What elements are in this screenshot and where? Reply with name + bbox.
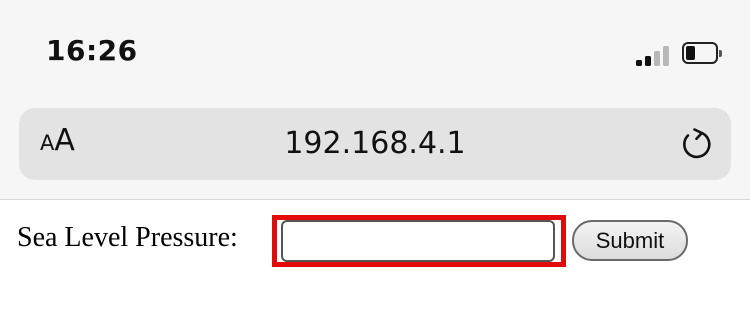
browser-chrome: 16:26 AA 192.168.4.1 [0, 0, 750, 200]
cellular-signal-icon [636, 44, 672, 66]
sea-level-pressure-label: Sea Level Pressure: [17, 222, 238, 253]
signal-bar-3 [654, 51, 660, 66]
battery-fill [686, 46, 695, 60]
signal-bar-2 [645, 56, 651, 66]
url-text[interactable]: 192.168.4.1 [19, 127, 731, 160]
pressure-form: Sea Level Pressure: Submit [0, 200, 750, 309]
submit-button[interactable]: Submit [572, 220, 688, 261]
status-time: 16:26 [46, 34, 138, 67]
sea-level-pressure-input[interactable] [281, 220, 555, 262]
signal-bar-4 [663, 46, 669, 66]
battery-icon [682, 42, 722, 66]
battery-cap [719, 50, 722, 57]
reload-icon[interactable] [679, 126, 715, 162]
address-bar[interactable]: AA 192.168.4.1 [19, 108, 731, 180]
signal-bar-1 [636, 60, 642, 66]
